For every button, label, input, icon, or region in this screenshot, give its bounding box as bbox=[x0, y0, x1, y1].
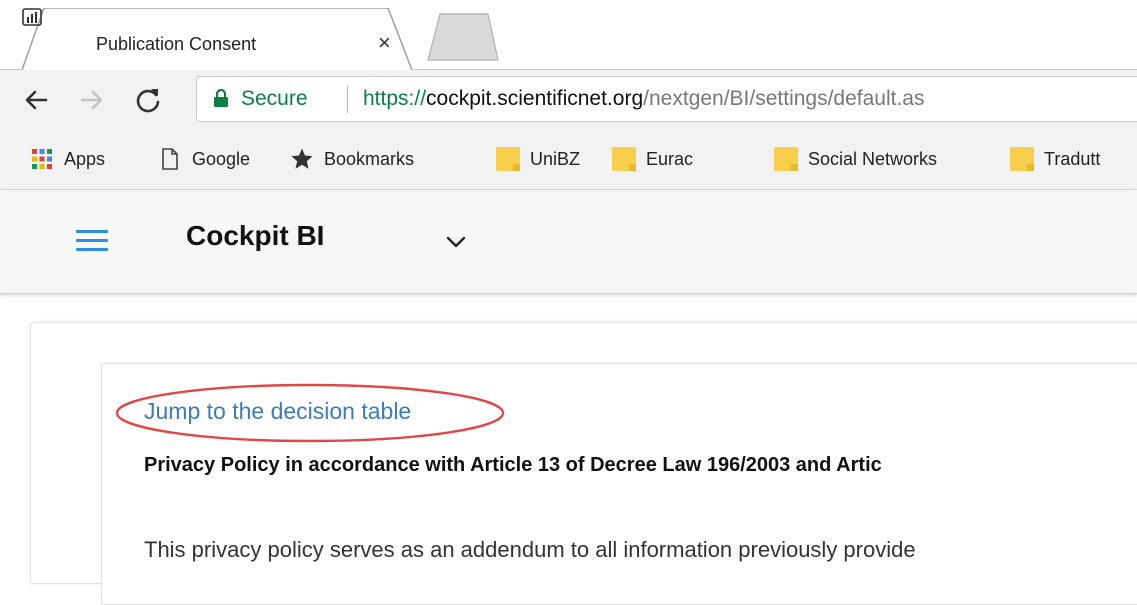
chevron-down-icon[interactable] bbox=[442, 228, 470, 256]
secure-label: Secure bbox=[241, 87, 308, 110]
bookmarks-bar: Apps Google Bookmarks UniBZ Eurac Social… bbox=[0, 130, 1137, 190]
bookmark-label: UniBZ bbox=[530, 148, 581, 169]
tab-strip: Publication Consent × bbox=[0, 0, 1137, 70]
bookmark-eurac[interactable]: Eurac bbox=[612, 146, 693, 172]
url-scheme: https:// bbox=[363, 87, 427, 110]
bookmark-unibz[interactable]: UniBZ bbox=[496, 146, 580, 172]
hamburger-menu-icon[interactable] bbox=[76, 227, 108, 255]
bookmark-label: Social Networks bbox=[808, 148, 938, 169]
folder-icon bbox=[496, 147, 520, 171]
bookmark-label: Apps bbox=[64, 148, 106, 169]
bookmark-google[interactable]: Google bbox=[158, 146, 250, 172]
folder-icon bbox=[612, 147, 636, 171]
app-title: Cockpit BI bbox=[186, 220, 325, 251]
jump-to-decision-table-link[interactable]: Jump to the decision table bbox=[144, 398, 411, 425]
url-path: /nextgen/BI/settings/default.as bbox=[643, 87, 925, 110]
reload-icon[interactable] bbox=[132, 84, 164, 116]
page-icon bbox=[162, 148, 178, 170]
folder-icon bbox=[774, 147, 798, 171]
bookmark-social-networks[interactable]: Social Networks bbox=[774, 146, 937, 172]
omnibox-divider bbox=[347, 85, 348, 113]
bookmark-apps[interactable]: Apps bbox=[30, 146, 105, 172]
folder-icon bbox=[1010, 147, 1034, 171]
star-icon bbox=[291, 148, 313, 169]
bookmark-label: Bookmarks bbox=[324, 148, 415, 169]
power-bi-icon bbox=[22, 8, 42, 26]
address-bar[interactable]: Secure https://cockpit.scientificnet.org… bbox=[196, 76, 1137, 122]
bookmark-label: Tradutt bbox=[1044, 148, 1101, 169]
url-host: cockpit.scientificnet.org bbox=[426, 87, 644, 110]
bookmark-label: Eurac bbox=[646, 148, 694, 169]
tab-close-icon[interactable]: × bbox=[378, 30, 391, 56]
bookmark-tradutt[interactable]: Tradutt bbox=[1010, 146, 1100, 172]
tab-publication-consent[interactable]: Publication Consent × bbox=[22, 8, 412, 70]
lock-icon bbox=[214, 88, 228, 107]
apps-grid-icon bbox=[32, 149, 52, 169]
back-arrow-icon[interactable] bbox=[20, 84, 52, 116]
policy-intro-text: This privacy policy serves as an addendu… bbox=[144, 537, 916, 562]
bookmark-label: Google bbox=[192, 148, 251, 169]
forward-arrow-icon[interactable] bbox=[76, 84, 108, 116]
url-text: https://cockpit.scientificnet.org/nextge… bbox=[363, 87, 925, 111]
policy-heading: Privacy Policy in accordance with Articl… bbox=[144, 454, 882, 476]
app-header: Cockpit BI bbox=[0, 190, 1137, 294]
bookmark-bookmarks[interactable]: Bookmarks bbox=[290, 146, 414, 172]
tab-title: Publication Consent bbox=[96, 34, 257, 54]
new-tab-button[interactable] bbox=[426, 12, 500, 62]
